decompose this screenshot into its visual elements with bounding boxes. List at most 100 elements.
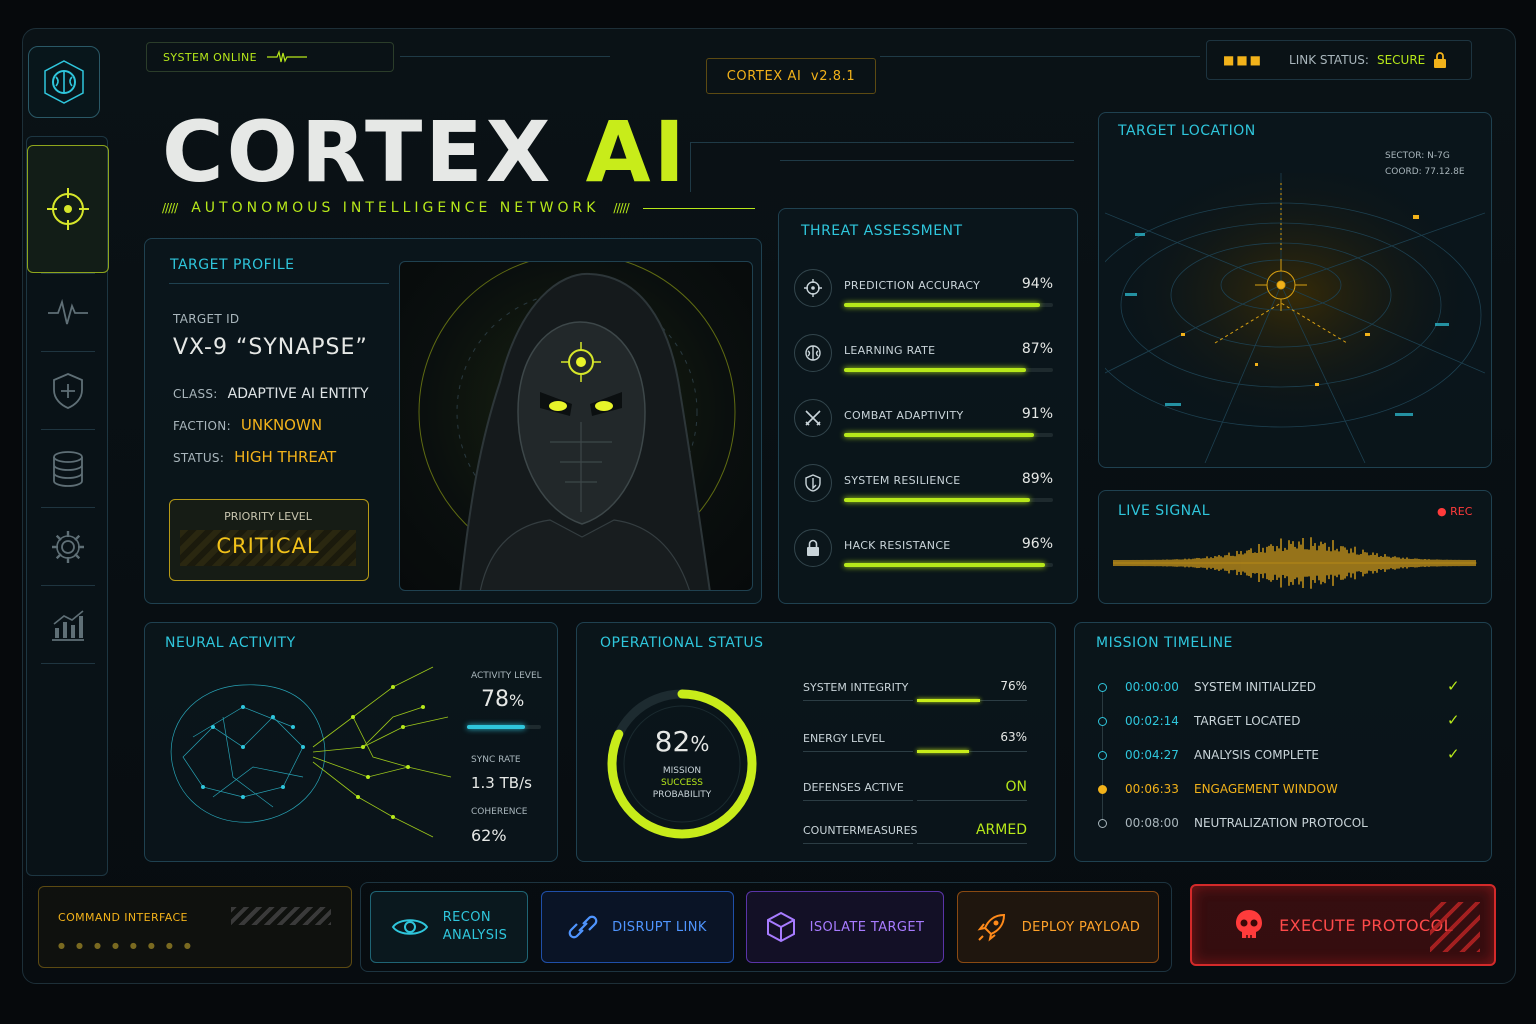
ops-row-label: ENERGY LEVEL	[803, 732, 885, 745]
swords-metric-badge	[794, 399, 832, 437]
crosshair-icon	[804, 279, 822, 297]
ops-row-label: DEFENSES ACTIVE	[803, 781, 904, 794]
lock-icon	[807, 539, 819, 556]
isolate-target-button[interactable]: ISOLATE TARGET	[746, 891, 944, 963]
activity-level-unit: %	[509, 691, 525, 710]
threat-assessment-title: THREAT ASSESSMENT	[801, 223, 963, 239]
sidebar-item-target[interactable]	[27, 145, 109, 273]
ops-row-divider	[803, 751, 913, 752]
live-signal-title: LIVE SIGNAL	[1118, 503, 1211, 519]
ops-row-track	[917, 843, 1027, 844]
threat-metric-fill	[844, 498, 1030, 502]
threat-metric-value: 94%	[1021, 276, 1053, 292]
sidebar	[26, 136, 109, 876]
faction-row: FACTION: UNKNOWN	[173, 416, 322, 434]
bar-chart-icon	[52, 610, 84, 641]
ops-row-value: 76%	[1000, 679, 1027, 693]
neural-brain-graphic	[170, 666, 452, 838]
target-portrait	[399, 261, 753, 591]
coherence-label: COHERENCE	[471, 807, 528, 817]
eye-icon	[391, 919, 428, 935]
app-logo[interactable]	[28, 46, 100, 118]
ops-row-value: 63%	[1000, 730, 1027, 744]
recon-label-line2: ANALYSIS	[442, 928, 508, 943]
shield-plus-icon	[53, 373, 83, 409]
rocket-icon	[977, 913, 1005, 942]
recon-analysis-button[interactable]: RECON ANALYSIS	[370, 891, 528, 963]
threat-metric-value: 87%	[1021, 341, 1053, 357]
ops-row-divider	[803, 843, 913, 844]
timeline-event: 00:08:00 NEUTRALIZATION PROTOCOL	[1095, 813, 1465, 839]
status-value: HIGH THREAT	[234, 448, 337, 466]
title-underline	[169, 283, 389, 284]
threat-metric-fill	[844, 368, 1026, 372]
class-value: ADAPTIVE AI ENTITY	[227, 386, 369, 402]
link-status-value: SECURE	[1376, 53, 1426, 67]
threat-metric-fill	[844, 433, 1035, 437]
activity-level-bar	[467, 725, 541, 729]
sidebar-item-settings[interactable]	[27, 509, 109, 585]
brain-metric-badge	[794, 334, 832, 372]
threat-metric-bar	[844, 433, 1053, 437]
mission-timeline-panel: MISSION TIMELINE 00:00:00 SYSTEM INITIALI…	[1074, 622, 1492, 862]
threat-metric-bar	[844, 368, 1053, 372]
neural-activity-panel: NEURAL ACTIVITY ACTIVITY LEVEL 78% SYNC …	[144, 622, 558, 862]
threat-metric-bar	[844, 303, 1053, 307]
timeline-dot	[1098, 751, 1107, 760]
shield-metric-badge	[794, 464, 832, 502]
brand-title-accent: AI	[585, 103, 688, 201]
timeline-label: ANALYSIS COMPLETE	[1194, 748, 1319, 762]
stripe-decoration: /////	[162, 201, 178, 215]
stripe-decoration-right: /////	[613, 201, 629, 215]
database-icon	[53, 451, 83, 487]
deploy-payload-button[interactable]: DEPLOY PAYLOAD	[957, 891, 1159, 963]
disrupt-link-button[interactable]: DISRUPT LINK	[541, 891, 734, 963]
priority-box[interactable]: PRIORITY LEVEL CRITICAL	[169, 499, 369, 581]
command-dots: ●●●●●●●●	[58, 941, 202, 950]
pulse-icon	[48, 298, 88, 325]
header-line-right	[880, 56, 1200, 57]
timeline-dot	[1098, 785, 1107, 794]
swords-icon	[805, 410, 821, 426]
command-stripes	[231, 907, 331, 925]
operational-status-title: OPERATIONAL STATUS	[600, 635, 764, 651]
ops-row-value: ARMED	[975, 822, 1027, 838]
class-row: CLASS: ADAPTIVE AI ENTITY	[173, 386, 369, 402]
threat-metric-label: PREDICTION ACCURACY	[844, 279, 981, 292]
deploy-payload-label: DEPLOY PAYLOAD	[1021, 919, 1141, 935]
gauge-caption-3: PROBABILITY	[652, 790, 712, 800]
timeline-event: 00:06:33 ENGAGEMENT WINDOW	[1095, 779, 1465, 805]
gauge-caption-2: SUCCESS	[661, 778, 703, 788]
brand-deco-lines	[690, 132, 1074, 192]
sidebar-item-defense[interactable]	[27, 353, 109, 429]
gauge-caption-1: MISSION	[662, 766, 702, 776]
target-id-value: VX-9 “SYNAPSE”	[173, 335, 368, 360]
live-signal-panel: LIVE SIGNAL ● REC	[1098, 490, 1492, 604]
brand-title: CORTEX AI	[162, 104, 688, 200]
mission-timeline-title: MISSION TIMELINE	[1096, 635, 1233, 651]
command-interface-title: COMMAND INTERFACE	[58, 911, 188, 924]
threat-metric-value: 91%	[1021, 406, 1053, 422]
system-status: SYSTEM ONLINE	[163, 50, 257, 64]
target-id-label: TARGET ID	[173, 312, 240, 326]
brand-subtitle-row: ///// AUTONOMOUS INTELLIGENCE NETWORK //…	[162, 200, 755, 216]
sidebar-item-analytics[interactable]	[27, 587, 109, 663]
class-label: CLASS:	[173, 387, 218, 401]
sync-rate-label: SYNC RATE	[471, 755, 521, 765]
ops-row-track	[917, 800, 1027, 801]
execute-protocol-label: EXECUTE PROTOCOL	[1279, 915, 1453, 935]
shield-icon	[805, 474, 821, 492]
sidebar-item-database[interactable]	[27, 431, 109, 507]
brain-logo-icon	[44, 60, 84, 104]
execute-protocol-button[interactable]: EXECUTE PROTOCOL	[1190, 884, 1496, 966]
gauge-unit: %	[690, 732, 710, 756]
timeline-time: 00:08:00	[1125, 816, 1179, 830]
timeline-time: 00:02:14	[1125, 714, 1179, 728]
sidebar-item-vitals[interactable]	[27, 275, 109, 351]
brand-title-main: CORTEX	[162, 103, 554, 201]
lock-icon	[1434, 52, 1447, 68]
faction-label: FACTION:	[173, 419, 231, 433]
recon-label: RECON ANALYSIS	[443, 909, 508, 945]
header-line	[400, 56, 610, 57]
signal-waveform	[1113, 537, 1477, 589]
